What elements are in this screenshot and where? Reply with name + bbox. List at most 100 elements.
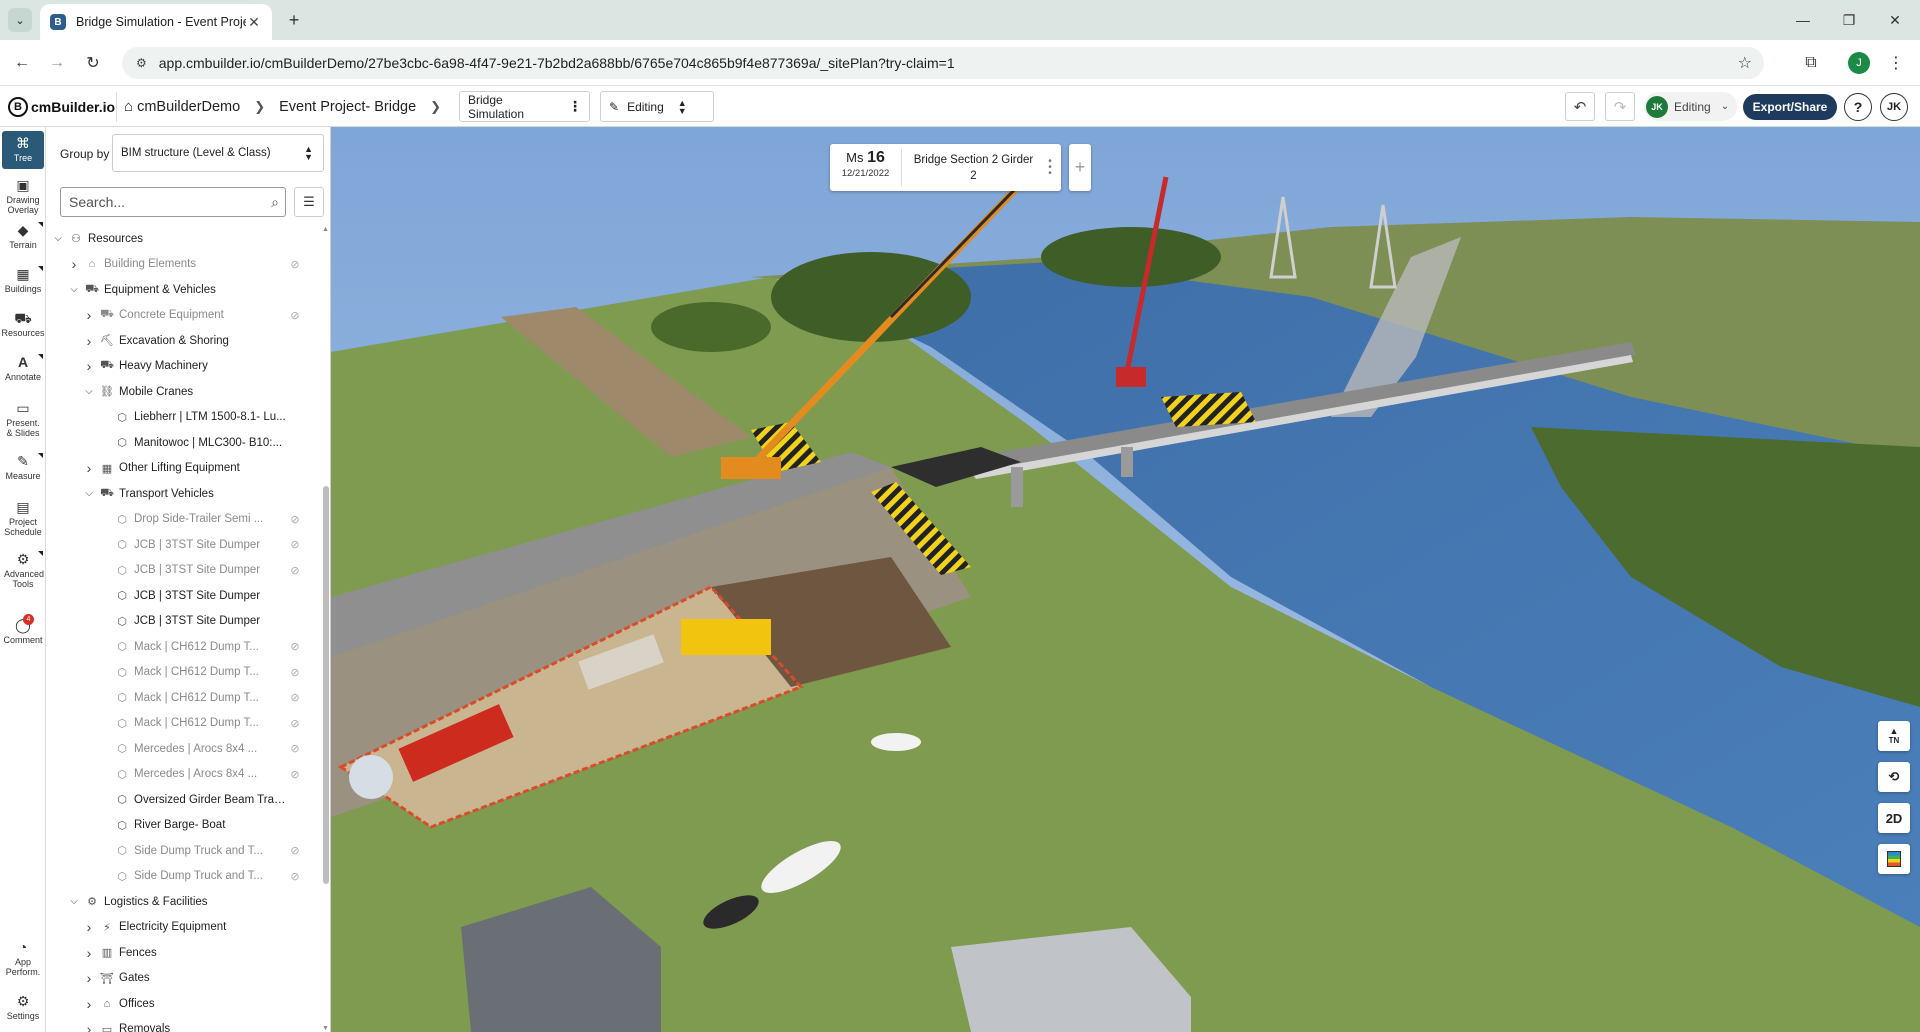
eye-off-icon[interactable]: ⊘ bbox=[287, 691, 303, 704]
chevron-right-icon[interactable]: › bbox=[83, 307, 95, 323]
chevron-down-icon[interactable]: ⌵ bbox=[83, 488, 95, 499]
tab-search-button[interactable]: ⌄ bbox=[8, 8, 32, 32]
browser-tab[interactable]: B Bridge Simulation - Event Proje ✕ bbox=[40, 4, 272, 40]
scroll-up-icon[interactable]: ▲ bbox=[322, 226, 329, 233]
rail-annotate-button[interactable]: A Annotate bbox=[2, 354, 44, 382]
reload-button[interactable]: ↻ bbox=[80, 50, 106, 76]
simulation-selector[interactable]: Bridge Simulation ⋮ bbox=[459, 91, 590, 122]
rail-app-performance-button[interactable]: ◔ App Perform. bbox=[2, 939, 44, 977]
collaboration-status[interactable]: JK Editing ⌄ bbox=[1644, 92, 1738, 121]
tree-leaf-item[interactable]: ⬡ Liebherr | LTM 1500-8.1- Lu... bbox=[46, 405, 321, 430]
breadcrumb-org[interactable]: cmBuilderDemo bbox=[137, 99, 240, 115]
close-window-button[interactable]: ✕ bbox=[1872, 8, 1918, 32]
north-compass-button[interactable]: ▲ TN bbox=[1878, 721, 1910, 751]
breadcrumb-project[interactable]: Event Project- Bridge bbox=[279, 99, 416, 115]
more-vertical-icon[interactable]: ⋮ bbox=[568, 98, 582, 115]
rail-settings-button[interactable]: ⚙ Settings bbox=[2, 993, 44, 1021]
rail-resources-button[interactable]: ⛟ Resources bbox=[1, 310, 44, 338]
export-share-button[interactable]: Export/Share bbox=[1743, 94, 1837, 120]
tree-group-item[interactable]: › ⌂ Building Elements ⊘ bbox=[46, 252, 321, 277]
eye-off-icon[interactable]: ⊘ bbox=[287, 666, 303, 679]
forward-button[interactable]: → bbox=[44, 50, 70, 76]
help-button[interactable]: ? bbox=[1844, 93, 1872, 121]
tree-leaf-item[interactable]: ⬡ Manitowoc | MLC300- B10:... bbox=[46, 430, 321, 455]
rail-buildings-button[interactable]: ▦ Buildings bbox=[2, 266, 44, 294]
rail-drawing-overlay-button[interactable]: ▣ Drawing Overlay bbox=[2, 177, 44, 215]
tree-leaf-item[interactable]: ⬡ Mack | CH612 Dump T... ⊘ bbox=[46, 711, 321, 736]
tree-group-item[interactable]: › ⛟ Concrete Equipment ⊘ bbox=[46, 303, 321, 328]
address-bar[interactable]: ⚙ app.cmbuilder.io/cmBuilderDemo/27be3cb… bbox=[122, 47, 1764, 79]
tree-leaf-item[interactable]: ⬡ JCB | 3TST Site Dumper ⊘ bbox=[46, 558, 321, 583]
milestone-card[interactable]: Ms 16 12/21/2022 Bridge Section 2 Girder… bbox=[830, 144, 1061, 191]
tree-group-item[interactable]: › ▦ Other Lifting Equipment bbox=[46, 456, 321, 481]
chevron-right-icon[interactable]: › bbox=[83, 460, 95, 476]
tree-leaf-item[interactable]: ⬡ Drop Side-Trailer Semi ... ⊘ bbox=[46, 507, 321, 532]
browser-menu-icon[interactable]: ⋮ bbox=[1886, 50, 1906, 76]
rail-tree-button[interactable]: ⌘ Tree bbox=[2, 131, 44, 169]
chevron-down-icon[interactable]: ⌵ bbox=[83, 386, 95, 397]
back-button[interactable]: ← bbox=[9, 50, 35, 76]
eye-off-icon[interactable]: ⊘ bbox=[287, 768, 303, 781]
tree-scrollbar[interactable]: ▲ ▼ bbox=[321, 226, 331, 1032]
chevron-right-icon[interactable]: › bbox=[83, 358, 95, 374]
tree-group-item[interactable]: ⌵ ⚇ Resources bbox=[46, 226, 321, 251]
undo-button[interactable]: ↶ bbox=[1565, 92, 1595, 121]
group-by-select[interactable]: BIM structure (Level & Class) ▲ ▼ bbox=[112, 134, 324, 172]
chevron-right-icon[interactable]: › bbox=[83, 970, 95, 986]
extensions-icon[interactable]: ⧉ bbox=[1798, 50, 1824, 76]
tree-group-item[interactable]: › ⛏ Excavation & Shoring bbox=[46, 328, 321, 353]
tree-leaf-item[interactable]: ⬡ Side Dump Truck and T... ⊘ bbox=[46, 838, 321, 863]
eye-off-icon[interactable]: ⊘ bbox=[287, 309, 303, 322]
tree-group-item[interactable]: › ▭ Removals bbox=[46, 1017, 321, 1032]
tree-leaf-item[interactable]: ⬡ Oversized Girder Beam Tran... bbox=[46, 787, 321, 812]
3d-viewport[interactable]: Ms 16 12/21/2022 Bridge Section 2 Girder… bbox=[331, 127, 1920, 1032]
milestone-more-icon[interactable]: • • • bbox=[1045, 156, 1055, 178]
tree-leaf-item[interactable]: ⬡ River Barge- Boat bbox=[46, 813, 321, 838]
tree-group-item[interactable]: › ⌂ Offices bbox=[46, 991, 321, 1016]
eye-off-icon[interactable]: ⊘ bbox=[287, 742, 303, 755]
profile-avatar[interactable]: J bbox=[1848, 52, 1870, 74]
tree-leaf-item[interactable]: ⬡ JCB | 3TST Site Dumper bbox=[46, 583, 321, 608]
tree-leaf-item[interactable]: ⬡ Side Dump Truck and T... ⊘ bbox=[46, 864, 321, 889]
minimize-button[interactable]: — bbox=[1780, 8, 1826, 32]
tree-group-item[interactable]: ⌵ ⛟ Transport Vehicles bbox=[46, 481, 321, 506]
tree-group-item[interactable]: › ⚡ Electricity Equipment bbox=[46, 915, 321, 940]
chevron-right-icon[interactable]: › bbox=[83, 1021, 95, 1032]
scrollbar-thumb[interactable] bbox=[323, 486, 329, 884]
rail-advanced-tools-button[interactable]: ⚙ Advanced Tools bbox=[2, 551, 44, 589]
chevron-right-icon[interactable]: › bbox=[83, 945, 95, 961]
rail-terrain-button[interactable]: ◆ Terrain bbox=[2, 222, 44, 250]
chevron-right-icon[interactable]: › bbox=[83, 919, 95, 935]
tree-leaf-item[interactable]: ⬡ Mercedes | Arocs 8x4 ... ⊘ bbox=[46, 762, 321, 787]
tree-group-item[interactable]: › ▥ Fences bbox=[46, 940, 321, 965]
orbit-view-button[interactable]: ⟲ bbox=[1878, 762, 1910, 792]
filter-options-button[interactable]: ☰ bbox=[294, 187, 324, 217]
tree-group-item[interactable]: › ⛩ Gates bbox=[46, 966, 321, 991]
tree-group-item[interactable]: ⌵ ⛓ Mobile Cranes bbox=[46, 379, 321, 404]
user-avatar-button[interactable]: JK bbox=[1880, 93, 1908, 121]
rail-project-schedule-button[interactable]: ▤ Project Schedule bbox=[2, 499, 44, 537]
chevron-down-icon[interactable]: ⌵ bbox=[68, 284, 80, 295]
view-2d-button[interactable]: 2D bbox=[1878, 803, 1910, 833]
app-logo[interactable]: B cmBuilder.io bbox=[8, 94, 115, 120]
eye-off-icon[interactable]: ⊘ bbox=[287, 844, 303, 857]
tree-leaf-item[interactable]: ⬡ JCB | 3TST Site Dumper ⊘ bbox=[46, 532, 321, 557]
rail-comment-button[interactable]: 4 ◯ Comment bbox=[2, 614, 44, 645]
redo-button[interactable]: ↷ bbox=[1605, 92, 1635, 121]
chevron-right-icon[interactable]: › bbox=[83, 333, 95, 349]
chevron-down-icon[interactable]: ⌵ bbox=[68, 896, 80, 907]
restore-button[interactable]: ❐ bbox=[1826, 8, 1872, 32]
chevron-right-icon[interactable]: › bbox=[68, 256, 80, 272]
eye-off-icon[interactable]: ⊘ bbox=[287, 640, 303, 653]
eye-off-icon[interactable]: ⊘ bbox=[287, 258, 303, 271]
search-input[interactable]: Search... ⌕ bbox=[60, 187, 286, 217]
close-tab-icon[interactable]: ✕ bbox=[246, 14, 262, 31]
add-milestone-button[interactable]: + bbox=[1069, 144, 1091, 191]
chevron-down-icon[interactable]: ⌵ bbox=[52, 233, 64, 244]
tree-leaf-item[interactable]: ⬡ Mack | CH612 Dump T... ⊘ bbox=[46, 685, 321, 710]
tree-group-item[interactable]: ⌵ ⛟ Equipment & Vehicles bbox=[46, 277, 321, 302]
eye-off-icon[interactable]: ⊘ bbox=[287, 538, 303, 551]
mode-selector[interactable]: ✎ Editing ▲ ▼ bbox=[600, 91, 714, 122]
tree-group-item[interactable]: › ⛟ Heavy Machinery bbox=[46, 354, 321, 379]
chevron-right-icon[interactable]: › bbox=[83, 996, 95, 1012]
